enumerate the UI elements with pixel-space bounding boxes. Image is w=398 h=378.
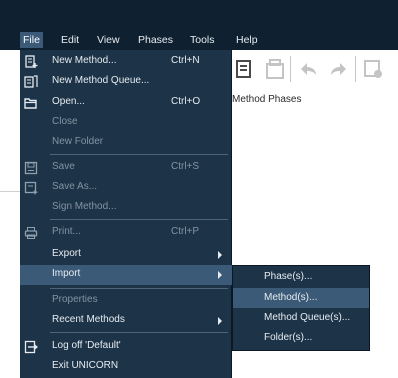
menu-help[interactable]: Help [233,32,261,48]
redo-icon[interactable] [328,58,350,80]
import-folders-item[interactable]: Folder(s)... [233,328,369,348]
exit-item[interactable]: Exit UNICORN [20,357,232,377]
menu-separator [50,288,228,289]
import-method-queues-item[interactable]: Method Queue(s)... [233,308,369,328]
close-item[interactable]: Close [20,113,232,133]
log-off-icon [24,340,38,354]
export-item[interactable]: Export [20,245,232,265]
new-folder-item[interactable]: New Folder [20,133,232,153]
save-item[interactable]: Save Ctrl+S [20,158,232,178]
submenu-arrow-icon [218,271,222,279]
save-method-icon[interactable] [362,58,384,80]
menu-separator [50,154,228,155]
new-method-item[interactable]: New Method... Ctrl+N [20,52,232,72]
new-method-queue-item[interactable]: New Method Queue... [20,72,232,92]
menu-view[interactable]: View [94,32,123,48]
title-bar [0,0,398,30]
import-phases-item[interactable]: Phase(s)... [233,267,369,287]
properties-item[interactable]: Properties [20,291,232,311]
recent-methods-item[interactable]: Recent Methods [20,311,232,331]
new-method-queue-icon [24,75,38,88]
toolbar-separator [290,56,291,82]
import-methods-item[interactable]: Method(s)... [233,288,369,308]
save-as-item[interactable]: Save As... [20,178,232,198]
menu-bar: File Edit View Phases Tools Help [0,30,398,50]
menu-separator [50,219,228,220]
menu-phases[interactable]: Phases [135,32,176,48]
print-icon [24,227,38,239]
print-item[interactable]: Print... Ctrl+P [20,223,232,243]
submenu-arrow-icon [218,251,222,259]
save-as-icon [24,181,38,195]
open-item[interactable]: Open... Ctrl+O [20,93,232,113]
menu-separator [50,332,228,333]
copy-icon[interactable] [264,58,286,80]
menu-file[interactable]: File [20,32,43,48]
import-item[interactable]: Import [20,265,232,285]
menu-edit[interactable]: Edit [58,32,82,48]
open-folder-icon [24,98,37,109]
toolbar-separator [355,56,356,82]
menu-tools[interactable]: Tools [187,32,218,48]
method-phases-label[interactable]: Method Phases [232,94,302,105]
paste-icon[interactable] [233,58,255,80]
undo-icon[interactable] [297,58,319,80]
file-menu: New Method... Ctrl+N New Method Queue...… [20,50,232,378]
sign-method-item[interactable]: Sign Method... [20,198,232,218]
import-submenu: Phase(s)... Method(s)... Method Queue(s)… [232,265,370,351]
save-icon [24,161,38,175]
submenu-arrow-icon [218,317,222,325]
new-method-icon [25,55,38,68]
log-off-item[interactable]: Log off 'Default' [20,337,232,357]
